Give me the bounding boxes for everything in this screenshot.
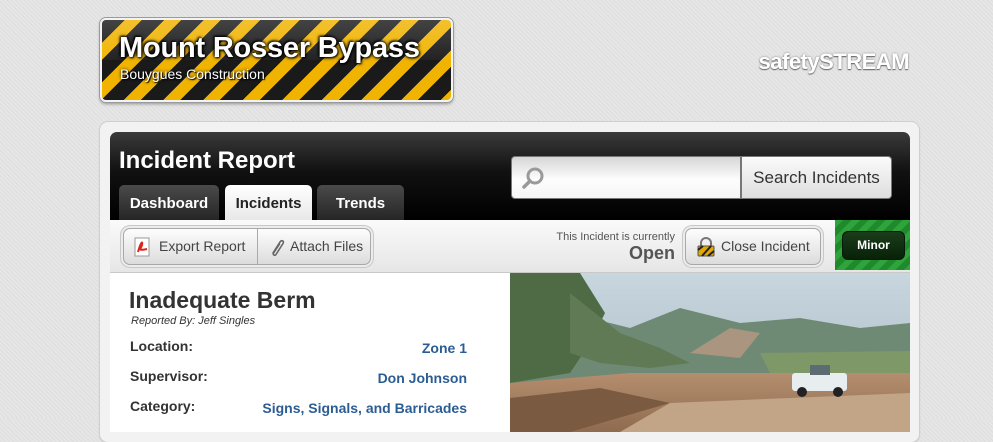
status-value: Open: [628, 243, 675, 263]
location-value[interactable]: Zone 1: [422, 340, 467, 356]
search-field: [511, 156, 741, 200]
supervisor-value[interactable]: Don Johnson: [378, 370, 467, 386]
incident-panel: Incident Report Dashboard Incidents Tren…: [110, 132, 910, 432]
company-name: Bouygues Construction: [120, 66, 265, 82]
close-incident-button[interactable]: Close Incident: [685, 228, 821, 265]
attach-files-button[interactable]: Attach Files: [258, 229, 370, 264]
tab-incidents[interactable]: Incidents: [225, 185, 312, 220]
tab-trends[interactable]: Trends: [317, 185, 404, 220]
export-report-label: Export Report: [159, 238, 246, 254]
reported-by: Reported By: Jeff Singles: [131, 315, 256, 327]
search-incidents-button[interactable]: Search Incidents: [741, 156, 892, 199]
lock-icon: [697, 237, 715, 257]
incident-details: Inadequate Berm Reported By: Jeff Single…: [110, 273, 510, 432]
location-label: Location:: [130, 338, 193, 354]
attach-files-label: Attach Files: [290, 238, 364, 254]
category-value[interactable]: Signs, Signals, and Barricades: [262, 400, 467, 416]
supervisor-label: Supervisor:: [130, 368, 208, 384]
site-photo-image: [510, 273, 910, 432]
incident-photo[interactable]: [510, 273, 910, 432]
report-actions-group: Export Report Attach Files: [123, 228, 371, 265]
severity-badge: Minor: [842, 231, 905, 260]
project-title: Mount Rosser Bypass: [119, 32, 420, 64]
export-report-button[interactable]: Export Report: [124, 229, 257, 264]
tab-dashboard[interactable]: Dashboard: [119, 185, 219, 220]
page-title: Incident Report: [119, 147, 296, 174]
severity-indicator: Minor: [835, 220, 910, 270]
incident-title: Inadequate Berm: [129, 287, 316, 313]
panel-header: Incident Report Dashboard Incidents Tren…: [110, 132, 910, 220]
pdf-icon: [134, 237, 150, 257]
status-caption: This Incident is currently: [556, 231, 675, 243]
close-incident-label: Close Incident: [721, 238, 810, 254]
category-label: Category:: [130, 398, 196, 414]
search-icon: [522, 167, 544, 189]
paperclip-icon: [272, 239, 285, 257]
brand-logo: safetySTREAM: [758, 49, 910, 74]
search-input[interactable]: [550, 157, 739, 200]
project-logo: Mount Rosser Bypass Bouygues Constructio…: [100, 18, 453, 102]
